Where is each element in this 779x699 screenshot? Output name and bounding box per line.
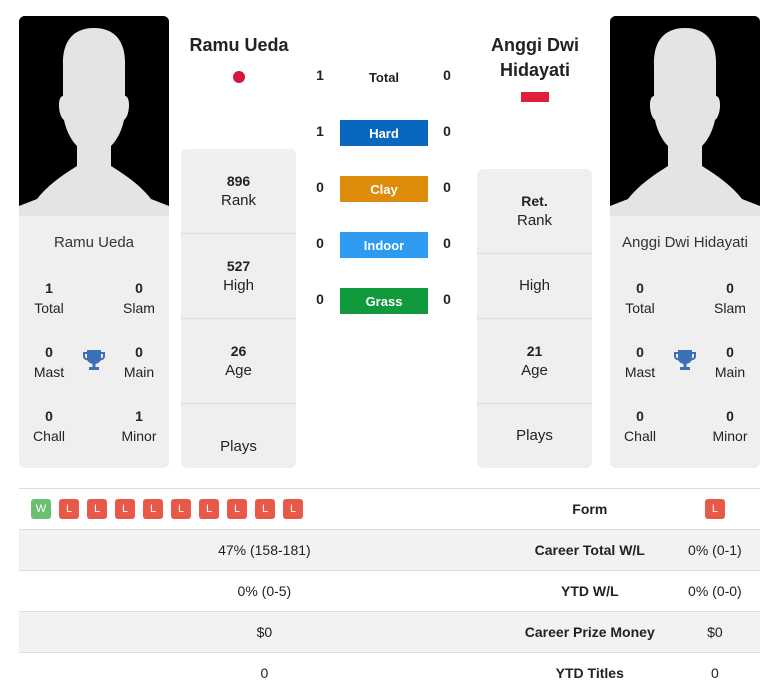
form-loss-badge[interactable]: L [227, 499, 247, 519]
h2h-hard-row: 1 Hard 0 [310, 120, 460, 146]
form-loss-badge[interactable]: L [143, 499, 163, 519]
h2h-clay-p1: 0 [316, 179, 324, 195]
form-loss-badge[interactable]: L [199, 499, 219, 519]
ytd-titles-row: 0 YTD Titles 0 [19, 652, 760, 694]
clay-surface-badge[interactable]: Clay [340, 176, 428, 202]
form-loss-badge[interactable]: L [115, 499, 135, 519]
ytd-wl-label: YTD W/L [509, 570, 670, 612]
player2-minor-titles: 0 Minor [712, 408, 748, 444]
player1-plays: Plays [220, 437, 257, 455]
player2-career-wl: 0% (0-1) [669, 529, 760, 571]
player2-chall-titles: 0 Chall [624, 408, 656, 444]
h2h-grass-p1: 0 [316, 291, 324, 307]
player1-form: WLLLLLLLLL [19, 488, 510, 530]
player2-prize: $0 [669, 611, 760, 653]
h2h-clay-row: 0 Clay 0 [310, 176, 460, 202]
form-row: WLLLLLLLLL Form L [19, 488, 760, 530]
player2-mast-titles: 0 Mast [624, 344, 656, 380]
indonesia-flag-icon [521, 92, 549, 102]
h2h-indoor-row: 0 Indoor 0 [310, 232, 460, 258]
trophy-icon [674, 350, 696, 370]
h2h-indoor-p2: 0 [443, 235, 451, 251]
player2-total-titles: 0 Total [625, 280, 655, 316]
player1-age: 26 Age [181, 319, 296, 404]
form-loss-badge[interactable]: L [283, 499, 303, 519]
grass-surface-badge[interactable]: Grass [340, 288, 428, 314]
player1-ytd-wl: 0% (0-5) [19, 570, 510, 612]
player2-name-line1: Anggi Dwi [491, 35, 579, 55]
prize-row: $0 Career Prize Money $0 [19, 611, 760, 653]
player1-minor-titles: 1 Minor [121, 408, 157, 444]
player2-card-name: Anggi Dwi Hidayati [622, 234, 748, 251]
h2h-hard-p1: 1 [316, 123, 324, 139]
player2-ytd-titles: 0 [669, 652, 760, 694]
form-loss-badge[interactable]: L [59, 499, 79, 519]
player1-titles-card: Ramu Ueda 1 Total 0 Slam 0 Mast 0 Main 0 Chal… [19, 216, 169, 468]
player1-high: 527 High [181, 234, 296, 319]
player1-slam-titles: 0 Slam [123, 280, 155, 316]
player1-prize: $0 [19, 611, 510, 653]
player2-form: L [669, 488, 760, 530]
form-loss-badge[interactable]: L [704, 499, 725, 519]
comparison-table: WLLLLLLLLL Form L 47% (158-181) Career T… [19, 488, 760, 694]
h2h-indoor-p1: 0 [316, 235, 324, 251]
player-silhouette-icon [19, 16, 169, 216]
player2-plays: Plays [516, 427, 553, 444]
player2-stats: Ret. Rank High 21 Age Plays [477, 169, 592, 468]
player2-age: 21 Age [477, 319, 592, 404]
indoor-surface-badge[interactable]: Indoor [340, 232, 428, 258]
form-win-badge[interactable]: W [31, 499, 51, 519]
player2-photo [610, 16, 760, 216]
h2h-grass-p2: 0 [443, 291, 451, 307]
career-wl-label: Career Total W/L [509, 529, 670, 571]
player2-high: High [477, 254, 592, 319]
form-loss-badge[interactable]: L [255, 499, 275, 519]
h2h-hard-p2: 0 [443, 123, 451, 139]
player2-rank: Ret. Rank [477, 169, 592, 254]
player1-photo [19, 16, 169, 216]
player1-career-wl: 47% (158-181) [19, 529, 510, 571]
player2-titles-card: Anggi Dwi Hidayati 0 Total 0 Slam 0 Mast 0M… [610, 216, 760, 468]
player1-ytd-titles: 0 [19, 652, 510, 694]
prize-label: Career Prize Money [509, 611, 670, 653]
player1-chall-titles: 0 Chall [33, 408, 65, 444]
player2-ytd-wl: 0% (0-0) [669, 570, 760, 612]
h2h-clay-p2: 0 [443, 179, 451, 195]
ytd-titles-label: YTD Titles [509, 652, 670, 694]
player1-mast-titles: 0 Mast [33, 344, 65, 380]
form-loss-badge[interactable]: L [87, 499, 107, 519]
form-label: Form [509, 488, 670, 530]
player1-main-titles: 0 Main [123, 344, 155, 380]
h2h-total-p1: 1 [316, 67, 324, 83]
japan-flag-icon [233, 71, 245, 83]
h2h-total-p2: 0 [443, 67, 451, 83]
player1-total-titles: 1 Total [34, 280, 64, 316]
player1-rank: 896 Rank [181, 149, 296, 234]
career-wl-row: 47% (158-181) Career Total W/L 0% (0-1) [19, 529, 760, 571]
form-loss-badge[interactable]: L [171, 499, 191, 519]
trophy-icon [83, 350, 105, 370]
h2h-total-row: 1 Total 0 [310, 64, 460, 90]
hard-surface-badge[interactable]: Hard [340, 120, 428, 146]
player2-name[interactable]: Anggi Dwi Hidayati [476, 33, 594, 83]
player1-card-name: Ramu Ueda [53, 234, 135, 251]
h2h-total-label: Total [368, 69, 400, 85]
player2-name-line2: Hidayati [499, 60, 571, 80]
player1-stats: 896 Rank 527 High 26 Age Plays [181, 149, 296, 468]
player1-name[interactable]: Ramu Ueda [180, 33, 298, 58]
ytd-wl-row: 0% (0-5) YTD W/L 0% (0-0) [19, 570, 760, 612]
player2-main-titles: 0 Main [714, 344, 746, 380]
h2h-grass-row: 0 Grass 0 [310, 288, 460, 314]
player2-slam-titles: 0 Slam [714, 280, 746, 316]
player-silhouette-icon [610, 16, 760, 216]
